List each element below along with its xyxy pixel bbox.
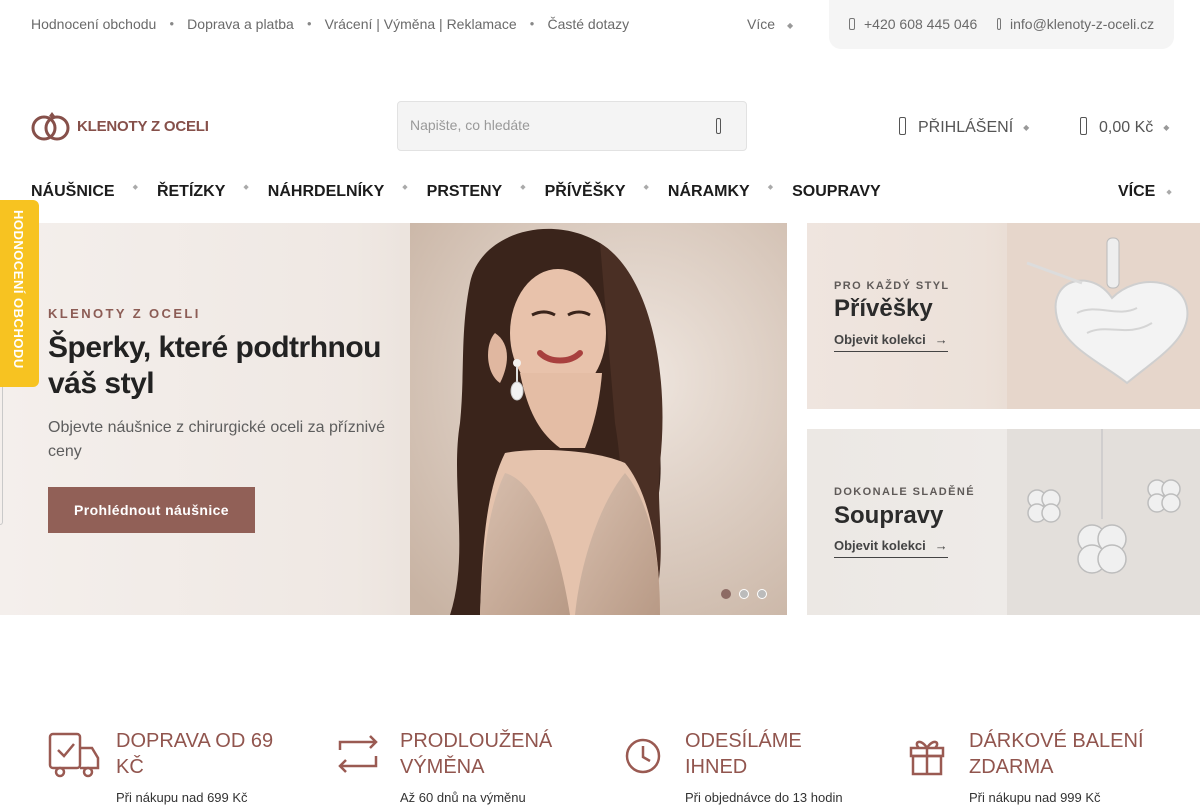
truck-check-icon <box>48 732 100 778</box>
hero-cta-button[interactable]: Prohlédnout náušnice <box>48 487 255 533</box>
promo-card-pendants[interactable]: PRO KAŽDÝ STYL Přívěšky Objevit kolekci → <box>807 223 1200 409</box>
top-bar: Hodnocení obchodu ● Doprava a platba ● V… <box>0 0 1200 49</box>
slider-dot[interactable] <box>757 589 767 599</box>
clover-jewelry-set-image <box>1007 429 1200 615</box>
benefit-subtitle: Až 60 dnů na výměnu <box>400 790 526 805</box>
bullet-separator: ● <box>529 19 535 28</box>
login-label: PŘIHLÁŠENÍ <box>918 119 1014 136</box>
benefit-title: DÁRKOVÉ BALENÍ ZDARMA <box>969 730 1144 778</box>
benefit-subtitle: Při nákupu nad 699 Kč <box>116 790 248 805</box>
user-icon <box>899 117 906 135</box>
top-link-rating[interactable]: Hodnocení obchodu <box>31 16 156 32</box>
bullet-separator: ● <box>306 19 312 28</box>
clock-icon <box>625 738 661 774</box>
bullet-separator: ● <box>169 19 175 28</box>
nav-item-rings[interactable]: PRSTENY <box>427 183 503 201</box>
promo-card-sets[interactable]: DOKONALE SLADĚNÉ Soupravy Objevit kolekc… <box>807 429 1200 615</box>
chevron-down-icon[interactable]: ◆ <box>520 183 525 201</box>
promo-card-eyebrow: DOKONALE SLADĚNÉ <box>834 486 975 498</box>
nav-more-label: VÍCE <box>1118 183 1156 200</box>
slider-dot[interactable] <box>721 589 731 599</box>
exchange-arrows-icon <box>338 735 378 773</box>
promo-card-link-label: Objevit kolekci <box>834 538 926 553</box>
search-icon[interactable] <box>716 118 721 134</box>
arrow-right-icon: → <box>934 538 948 553</box>
top-link-returns[interactable]: Vrácení | Výměna | Reklamace <box>325 16 517 32</box>
logo[interactable]: KLENOTY Z OCELI <box>31 110 209 142</box>
benefit-subtitle: Při nákupu nad 999 Kč <box>969 790 1101 805</box>
chevron-down-icon[interactable]: ◆ <box>644 183 649 201</box>
heart-pendant-image <box>1007 223 1200 409</box>
hero-banner[interactable]: KLENOTY Z OCELI Šperky, které podtrhnou … <box>0 223 787 615</box>
promo-card-eyebrow: PRO KAŽDÝ STYL <box>834 280 950 292</box>
nav-item-sets[interactable]: SOUPRAVY <box>792 183 881 201</box>
phone-icon <box>849 18 855 30</box>
nav-item-earrings[interactable]: NÁUŠNICE <box>31 183 115 201</box>
top-link-faq[interactable]: Časté dotazy <box>547 16 629 32</box>
promo-card-title: Přívěšky <box>834 295 933 322</box>
search-box <box>397 101 747 151</box>
slider-dot[interactable] <box>739 589 749 599</box>
promo-card-link[interactable]: Objevit kolekci → <box>834 538 948 558</box>
chevron-down-icon[interactable]: ◆ <box>768 183 773 201</box>
benefit-title: ODESÍLÁME IHNED <box>685 730 802 778</box>
nav-item-necklaces[interactable]: NÁHRDELNÍKY <box>268 183 384 201</box>
benefit-title: DOPRAVA OD 69 KČ <box>116 730 274 778</box>
phone-link[interactable]: +420 608 445 046 <box>849 16 977 32</box>
nav-item-pendants[interactable]: PŘÍVĚŠKY <box>545 183 626 201</box>
slider-dots <box>721 589 775 599</box>
chevron-down-icon: ◆ <box>1023 123 1030 133</box>
cart-total: 0,00 Kč <box>1099 119 1154 136</box>
promo-card-title: Soupravy <box>834 502 944 529</box>
rings-logo-icon <box>31 112 70 141</box>
arrow-right-icon: → <box>934 332 948 347</box>
rating-side-tab[interactable]: HODNOCENÍ OBCHODU <box>0 200 39 387</box>
email-link[interactable]: info@klenoty-z-oceli.cz <box>997 16 1154 32</box>
hero-model-image <box>410 223 787 615</box>
main-navigation: NÁUŠNICE ◆ ŘETÍZKY ◆ NÁHRDELNÍKY ◆ PRSTENY ◆… <box>31 183 881 201</box>
phone-number: +420 608 445 046 <box>864 16 978 32</box>
cart-button[interactable]: 0,00 Kč ◆ <box>1080 117 1169 137</box>
hero-title: Šperky, které podtrhnou váš styl <box>48 331 382 400</box>
chevron-down-icon[interactable]: ◆ <box>133 183 138 201</box>
search-input[interactable] <box>410 117 690 133</box>
benefit-subtitle: Při objednávce do 13 hodin <box>685 790 843 805</box>
hero-subtitle: Objevte náušnice z chirurgické oceli za … <box>48 419 386 460</box>
promo-card-link[interactable]: Objevit kolekci → <box>834 332 948 352</box>
top-more-label: Více <box>747 16 776 32</box>
cart-icon <box>1080 117 1087 135</box>
chevron-down-icon: ◆ <box>1163 123 1170 133</box>
rating-side-panel-edge <box>0 387 3 525</box>
rating-side-tab-label: HODNOCENÍ OBCHODU <box>11 210 26 369</box>
nav-item-bracelets[interactable]: NÁRAMKY <box>668 183 750 201</box>
chevron-down-icon[interactable]: ◆ <box>243 183 248 201</box>
mail-icon <box>997 18 1001 30</box>
top-more-dropdown[interactable]: Více ◆ <box>747 16 793 32</box>
promo-card-link-label: Objevit kolekci <box>834 332 926 347</box>
contact-box: +420 608 445 046 info@klenoty-z-oceli.cz <box>829 0 1174 49</box>
nav-item-chains[interactable]: ŘETÍZKY <box>157 183 225 201</box>
logo-text: KLENOTY Z OCELI <box>77 117 209 135</box>
hero-eyebrow: KLENOTY Z OCELI <box>48 306 201 321</box>
email-address: info@klenoty-z-oceli.cz <box>1010 16 1155 32</box>
chevron-down-icon: ◆ <box>787 20 794 30</box>
top-links: Hodnocení obchodu ● Doprava a platba ● V… <box>31 16 629 32</box>
nav-more-dropdown[interactable]: VÍCE ◆ <box>1118 183 1172 201</box>
login-button[interactable]: PŘIHLÁŠENÍ ◆ <box>899 117 1029 137</box>
gift-icon <box>909 740 945 776</box>
chevron-down-icon[interactable]: ◆ <box>402 183 407 201</box>
benefit-title: PRODLOUŽENÁ VÝMĚNA <box>400 730 553 778</box>
chevron-down-icon: ◆ <box>1166 188 1172 196</box>
top-link-shipping[interactable]: Doprava a platba <box>187 16 294 32</box>
